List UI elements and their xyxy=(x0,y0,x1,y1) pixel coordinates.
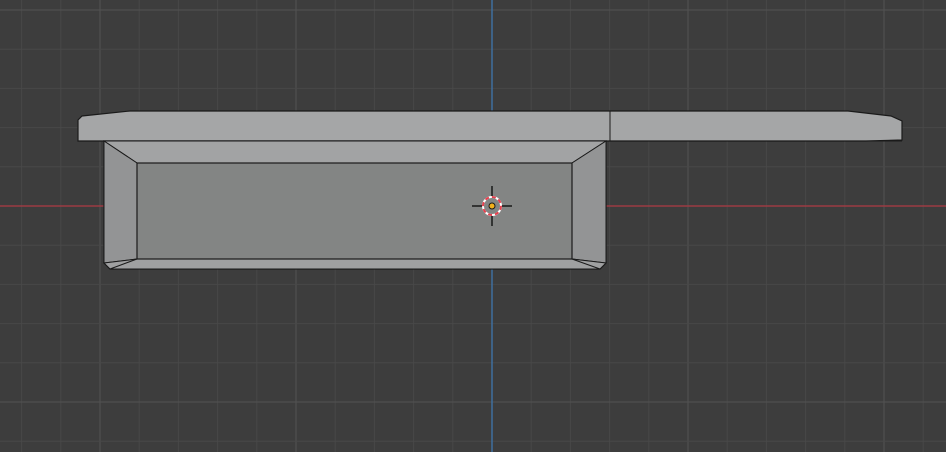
mesh-face-bevel-top[interactable] xyxy=(102,140,608,164)
object-origin-icon xyxy=(488,202,496,210)
mesh-face-bevel-right[interactable] xyxy=(571,140,607,264)
mesh-face-top-slab[interactable] xyxy=(77,110,903,142)
3d-viewport[interactable] xyxy=(0,0,946,452)
mesh-face-bevel-bottom[interactable] xyxy=(102,258,608,270)
mesh-face-inner-panel[interactable] xyxy=(136,162,573,260)
viewport-canvas[interactable] xyxy=(0,0,946,452)
mesh-face-bevel-left[interactable] xyxy=(103,140,138,264)
